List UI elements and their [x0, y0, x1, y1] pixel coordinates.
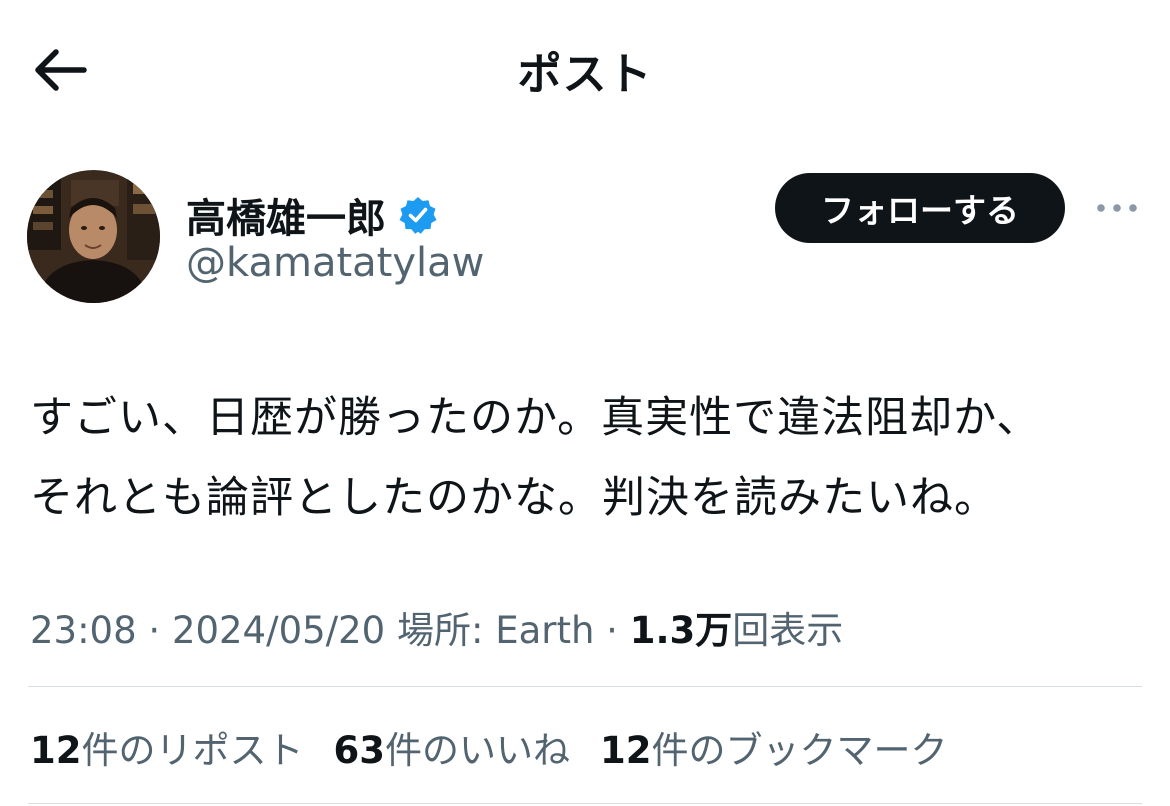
post-location: 場所: Earth: [396, 609, 595, 652]
page-title: ポスト: [517, 49, 653, 100]
likes-stat[interactable]: 63件のいいね: [334, 720, 571, 774]
author-name[interactable]: 高橋雄一郎: [186, 186, 438, 244]
likes-label: 件のいいね: [385, 729, 570, 772]
engagement-stats: 12件のリポスト 63件のいいね 12件のブックマーク: [30, 720, 978, 774]
verified-badge-icon: [399, 197, 437, 234]
post-detail-page: ポスト 高橋雄一郎 @kamatatylaw フォローする すごい、日歴が勝った…: [0, 0, 1170, 806]
bookmarks-count: 12: [600, 729, 652, 772]
post-time[interactable]: 23:08: [30, 609, 137, 652]
bookmarks-stat[interactable]: 12件のブックマーク: [600, 720, 948, 774]
avatar[interactable]: [27, 170, 160, 303]
reposts-label: 件のリポスト: [81, 729, 304, 772]
more-horizontal-icon[interactable]: [1093, 196, 1141, 220]
post-meta: 23:08 · 2024/05/20 場所: Earth · 1.3万回表示: [30, 600, 843, 654]
follow-button[interactable]: フォローする: [775, 173, 1065, 243]
author-name-text: 高橋雄一郎: [186, 196, 386, 242]
author-handle[interactable]: @kamatatylaw: [186, 240, 484, 286]
post-text-line: すごい、日歴が勝ったのか。真実性で違法阻却か、: [30, 393, 1041, 443]
reposts-count: 12: [30, 729, 82, 772]
divider: [28, 686, 1142, 687]
views-label: 回表示: [732, 609, 844, 652]
post-text-line: それとも論評としたのかな。判決を読みたいね。: [30, 473, 998, 523]
post-text: すごい、日歴が勝ったのか。真実性で違法阻却か、 それとも論評としたのかな。判決を…: [30, 378, 1145, 538]
meta-separator: ·: [136, 609, 172, 652]
likes-count: 63: [333, 729, 386, 772]
bookmarks-label: 件のブックマーク: [651, 729, 948, 772]
avatar-image: [27, 170, 160, 303]
views-count: 1.3万: [629, 609, 733, 652]
reposts-stat[interactable]: 12件のリポスト: [30, 720, 304, 774]
meta-separator: ·: [594, 609, 630, 652]
post-date[interactable]: 2024/05/20: [172, 609, 385, 652]
top-bar: ポスト: [0, 0, 1170, 135]
divider: [28, 803, 1142, 804]
